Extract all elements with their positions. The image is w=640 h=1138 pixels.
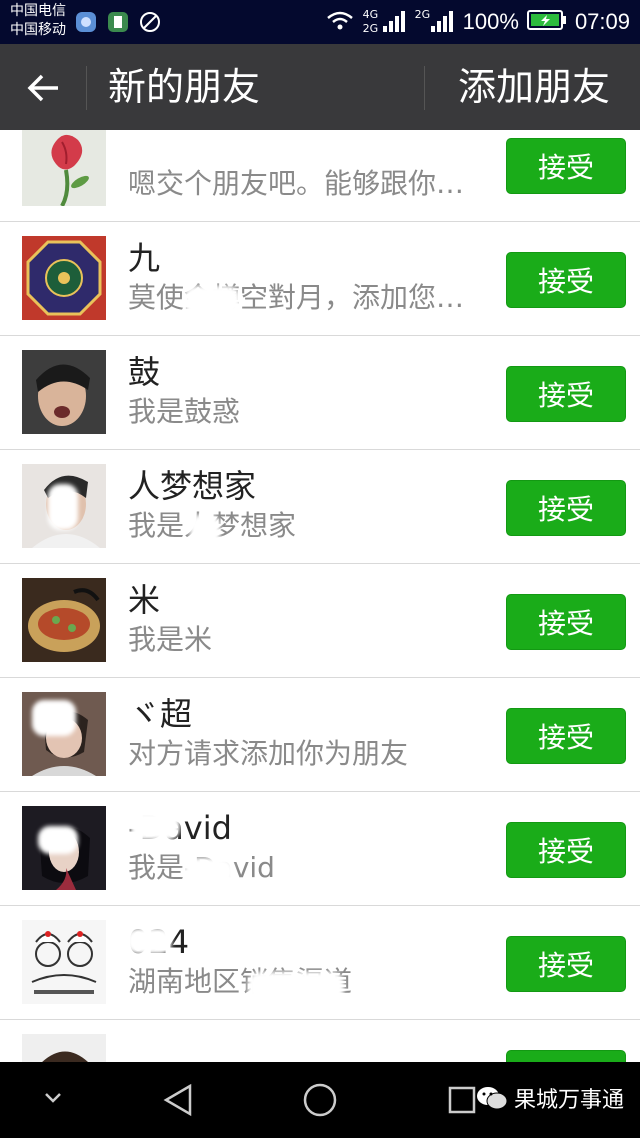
navigation-bar: 果城万事通 <box>0 1062 640 1138</box>
wifi-icon <box>325 8 355 36</box>
battery-percent: 100% <box>462 9 519 34</box>
do-not-disturb-icon <box>138 10 162 34</box>
redaction-mark <box>184 286 240 316</box>
redaction-mark <box>126 928 172 954</box>
carrier-2: 中国移动 <box>10 22 66 38</box>
nav-recents-button[interactable] <box>448 1086 476 1118</box>
carrier-info: 中国电信 中国移动 <box>10 2 66 40</box>
redaction-mark <box>162 240 274 270</box>
friend-request-row[interactable]: 九 莫使金樽空對月，添加您为好友 接受 <box>0 222 640 336</box>
nav-back-button[interactable] <box>162 1082 196 1122</box>
requester-name: 人梦想家 <box>128 467 257 505</box>
network-label-2g-b: 2G <box>414 8 431 21</box>
hide-nav-button[interactable] <box>40 1088 66 1112</box>
chevron-down-icon <box>45 1093 61 1103</box>
requester-name: 九 <box>128 239 161 277</box>
request-message: 莫使金樽空對月，添加您为好友 <box>128 281 490 314</box>
redaction-mark <box>190 514 220 548</box>
request-message: 嗯交个朋友吧。能够跟你一起 <box>128 167 490 200</box>
redaction-mark <box>130 812 180 840</box>
avatar <box>22 1034 106 1062</box>
network-label-2g: 2G <box>362 22 379 35</box>
redaction-mark <box>162 354 270 384</box>
redaction-mark <box>184 858 234 886</box>
friend-request-list[interactable]: 嗯交个朋友吧。能够跟你一起 接受 九 莫使金樽空對月，添加您为好友 接受 鼓 我… <box>0 130 640 1062</box>
accept-button[interactable]: 接受 <box>506 594 626 650</box>
back-arrow-icon <box>27 74 58 102</box>
clock: 07:09 <box>574 9 630 34</box>
friend-request-row[interactable]: 人梦想家 我是人梦想家 接受 <box>0 450 640 564</box>
accept-button[interactable]: 接受 <box>506 366 626 422</box>
triangle-back-icon <box>163 1083 192 1117</box>
square-recents-icon <box>448 1086 476 1114</box>
requester-name: ヾ超 <box>128 695 193 733</box>
accept-button[interactable]: 接受 <box>506 822 626 878</box>
requester-name: 鼓 <box>128 353 161 391</box>
network-label-4g: 4G <box>362 8 379 21</box>
redaction-mark <box>32 700 76 736</box>
watermark: 果城万事通 <box>476 1082 624 1114</box>
redaction-mark <box>38 826 78 854</box>
accept-button[interactable]: 接受 <box>506 936 626 992</box>
page-title: 新的朋友 <box>108 65 261 109</box>
header-divider <box>86 66 87 110</box>
clipboard-icon <box>106 10 130 34</box>
friend-request-row[interactable]: 接受 <box>0 1020 640 1062</box>
signal-2g-icon: 2G <box>415 8 455 36</box>
redaction-mark <box>118 130 202 152</box>
accept-button[interactable]: 接受 <box>506 138 626 194</box>
request-message: 我是米 <box>128 623 213 656</box>
avatar <box>22 350 106 434</box>
accept-button[interactable]: 接受 <box>506 708 626 764</box>
requester-name: 米 <box>128 581 161 619</box>
friend-request-row[interactable]: 米 我是米 接受 <box>0 564 640 678</box>
friend-request-row[interactable]: -David 我是-David 接受 <box>0 792 640 906</box>
friend-request-row[interactable]: 嗯交个朋友吧。能够跟你一起 接受 <box>0 130 640 222</box>
redaction-mark <box>122 1038 206 1062</box>
header-divider <box>424 66 425 110</box>
request-message: 我是-David <box>128 848 490 888</box>
app-header: 新的朋友 添加朋友 <box>0 44 640 130</box>
avatar <box>22 920 106 1004</box>
redaction-mark <box>248 972 344 1002</box>
request-message: 对方请求添加你为朋友 <box>128 737 409 770</box>
signal-4g-2g-icon: 4G 2G <box>363 8 407 36</box>
nav-home-button[interactable] <box>302 1082 338 1122</box>
friend-request-row[interactable]: ヾ超 对方请求添加你为朋友 接受 <box>0 678 640 792</box>
chat-bubble-icon <box>74 10 98 34</box>
circle-home-icon <box>303 1083 337 1117</box>
avatar <box>22 236 106 320</box>
watermark-text: 果城万事通 <box>514 1088 625 1113</box>
accept-button[interactable]: 接受 <box>506 252 626 308</box>
status-bar: 中国电信 中国移动 4G 2G 2G 100% 07:09 <box>0 0 640 44</box>
friend-request-row[interactable]: 024 湖南地区销售渠道 接受 <box>0 906 640 1020</box>
redaction-mark <box>252 400 314 430</box>
redaction-mark <box>48 484 78 530</box>
accept-button[interactable]: 接受 <box>506 480 626 536</box>
carrier-1: 中国电信 <box>10 3 66 19</box>
avatar <box>22 130 106 206</box>
request-message: 我是人梦想家 <box>128 506 490 546</box>
avatar <box>22 578 106 662</box>
accept-button[interactable]: 接受 <box>506 1050 626 1062</box>
wechat-logo-icon <box>477 1087 508 1110</box>
battery-charging-icon <box>526 9 567 35</box>
add-friend-button[interactable]: 添加朋友 <box>458 62 610 112</box>
friend-request-row[interactable]: 鼓 我是鼓惑 接受 <box>0 336 640 450</box>
back-button[interactable] <box>22 66 66 110</box>
